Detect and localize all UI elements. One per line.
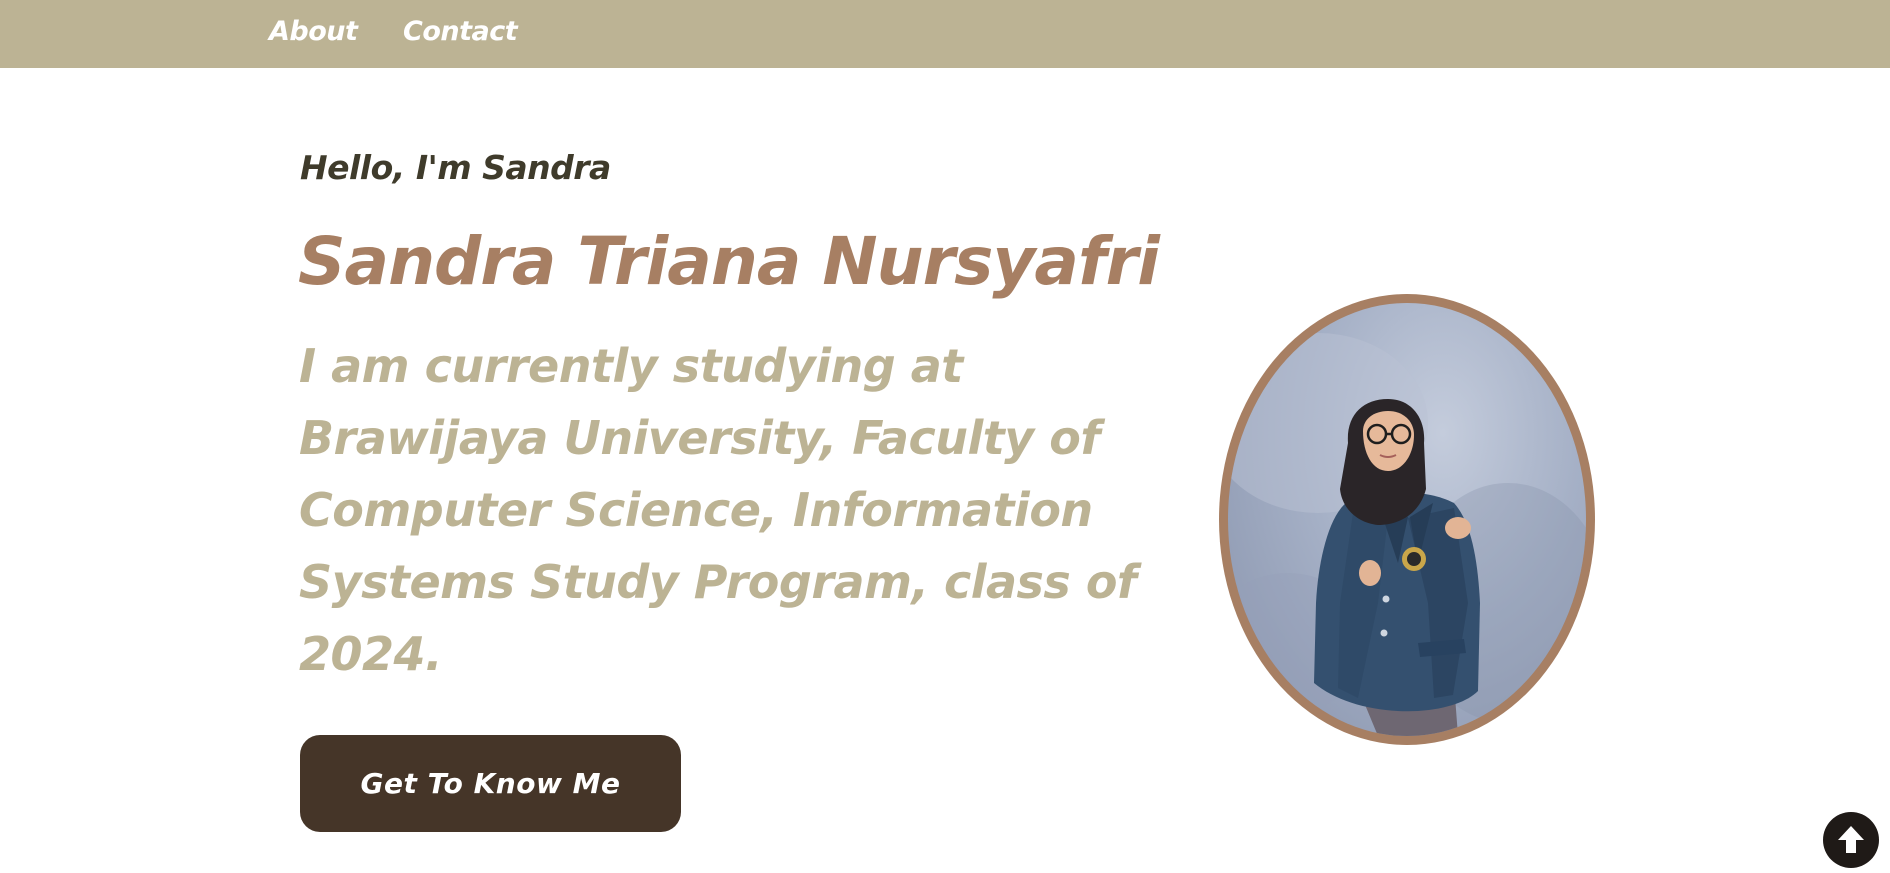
get-to-know-me-button[interactable]: Get To Know Me xyxy=(300,735,681,832)
hero-greeting: Hello, I'm Sandra xyxy=(300,148,611,187)
nav-link-about[interactable]: About xyxy=(269,14,358,50)
bio-line: 2024. xyxy=(299,627,443,681)
arrow-up-circle-icon xyxy=(1838,826,1864,853)
person-illustration xyxy=(1228,333,1586,736)
hero-name: Sandra Triana Nursyafri xyxy=(298,223,1160,300)
bio-line: Computer Science, Information xyxy=(299,483,1093,537)
profile-photo xyxy=(1228,303,1586,736)
bio-line: Systems Study Program, class of xyxy=(299,555,1137,609)
top-navbar: About Contact xyxy=(0,0,1890,68)
profile-photo-frame xyxy=(1219,294,1595,745)
nav-link-contact[interactable]: Contact xyxy=(403,14,518,50)
hero-bio: I am currently studying at Brawijaya Uni… xyxy=(299,330,1199,690)
scroll-to-top-button[interactable] xyxy=(1823,812,1879,868)
bio-line: I am currently studying at xyxy=(299,339,963,393)
bio-line: Brawijaya University, Faculty of xyxy=(299,411,1100,465)
